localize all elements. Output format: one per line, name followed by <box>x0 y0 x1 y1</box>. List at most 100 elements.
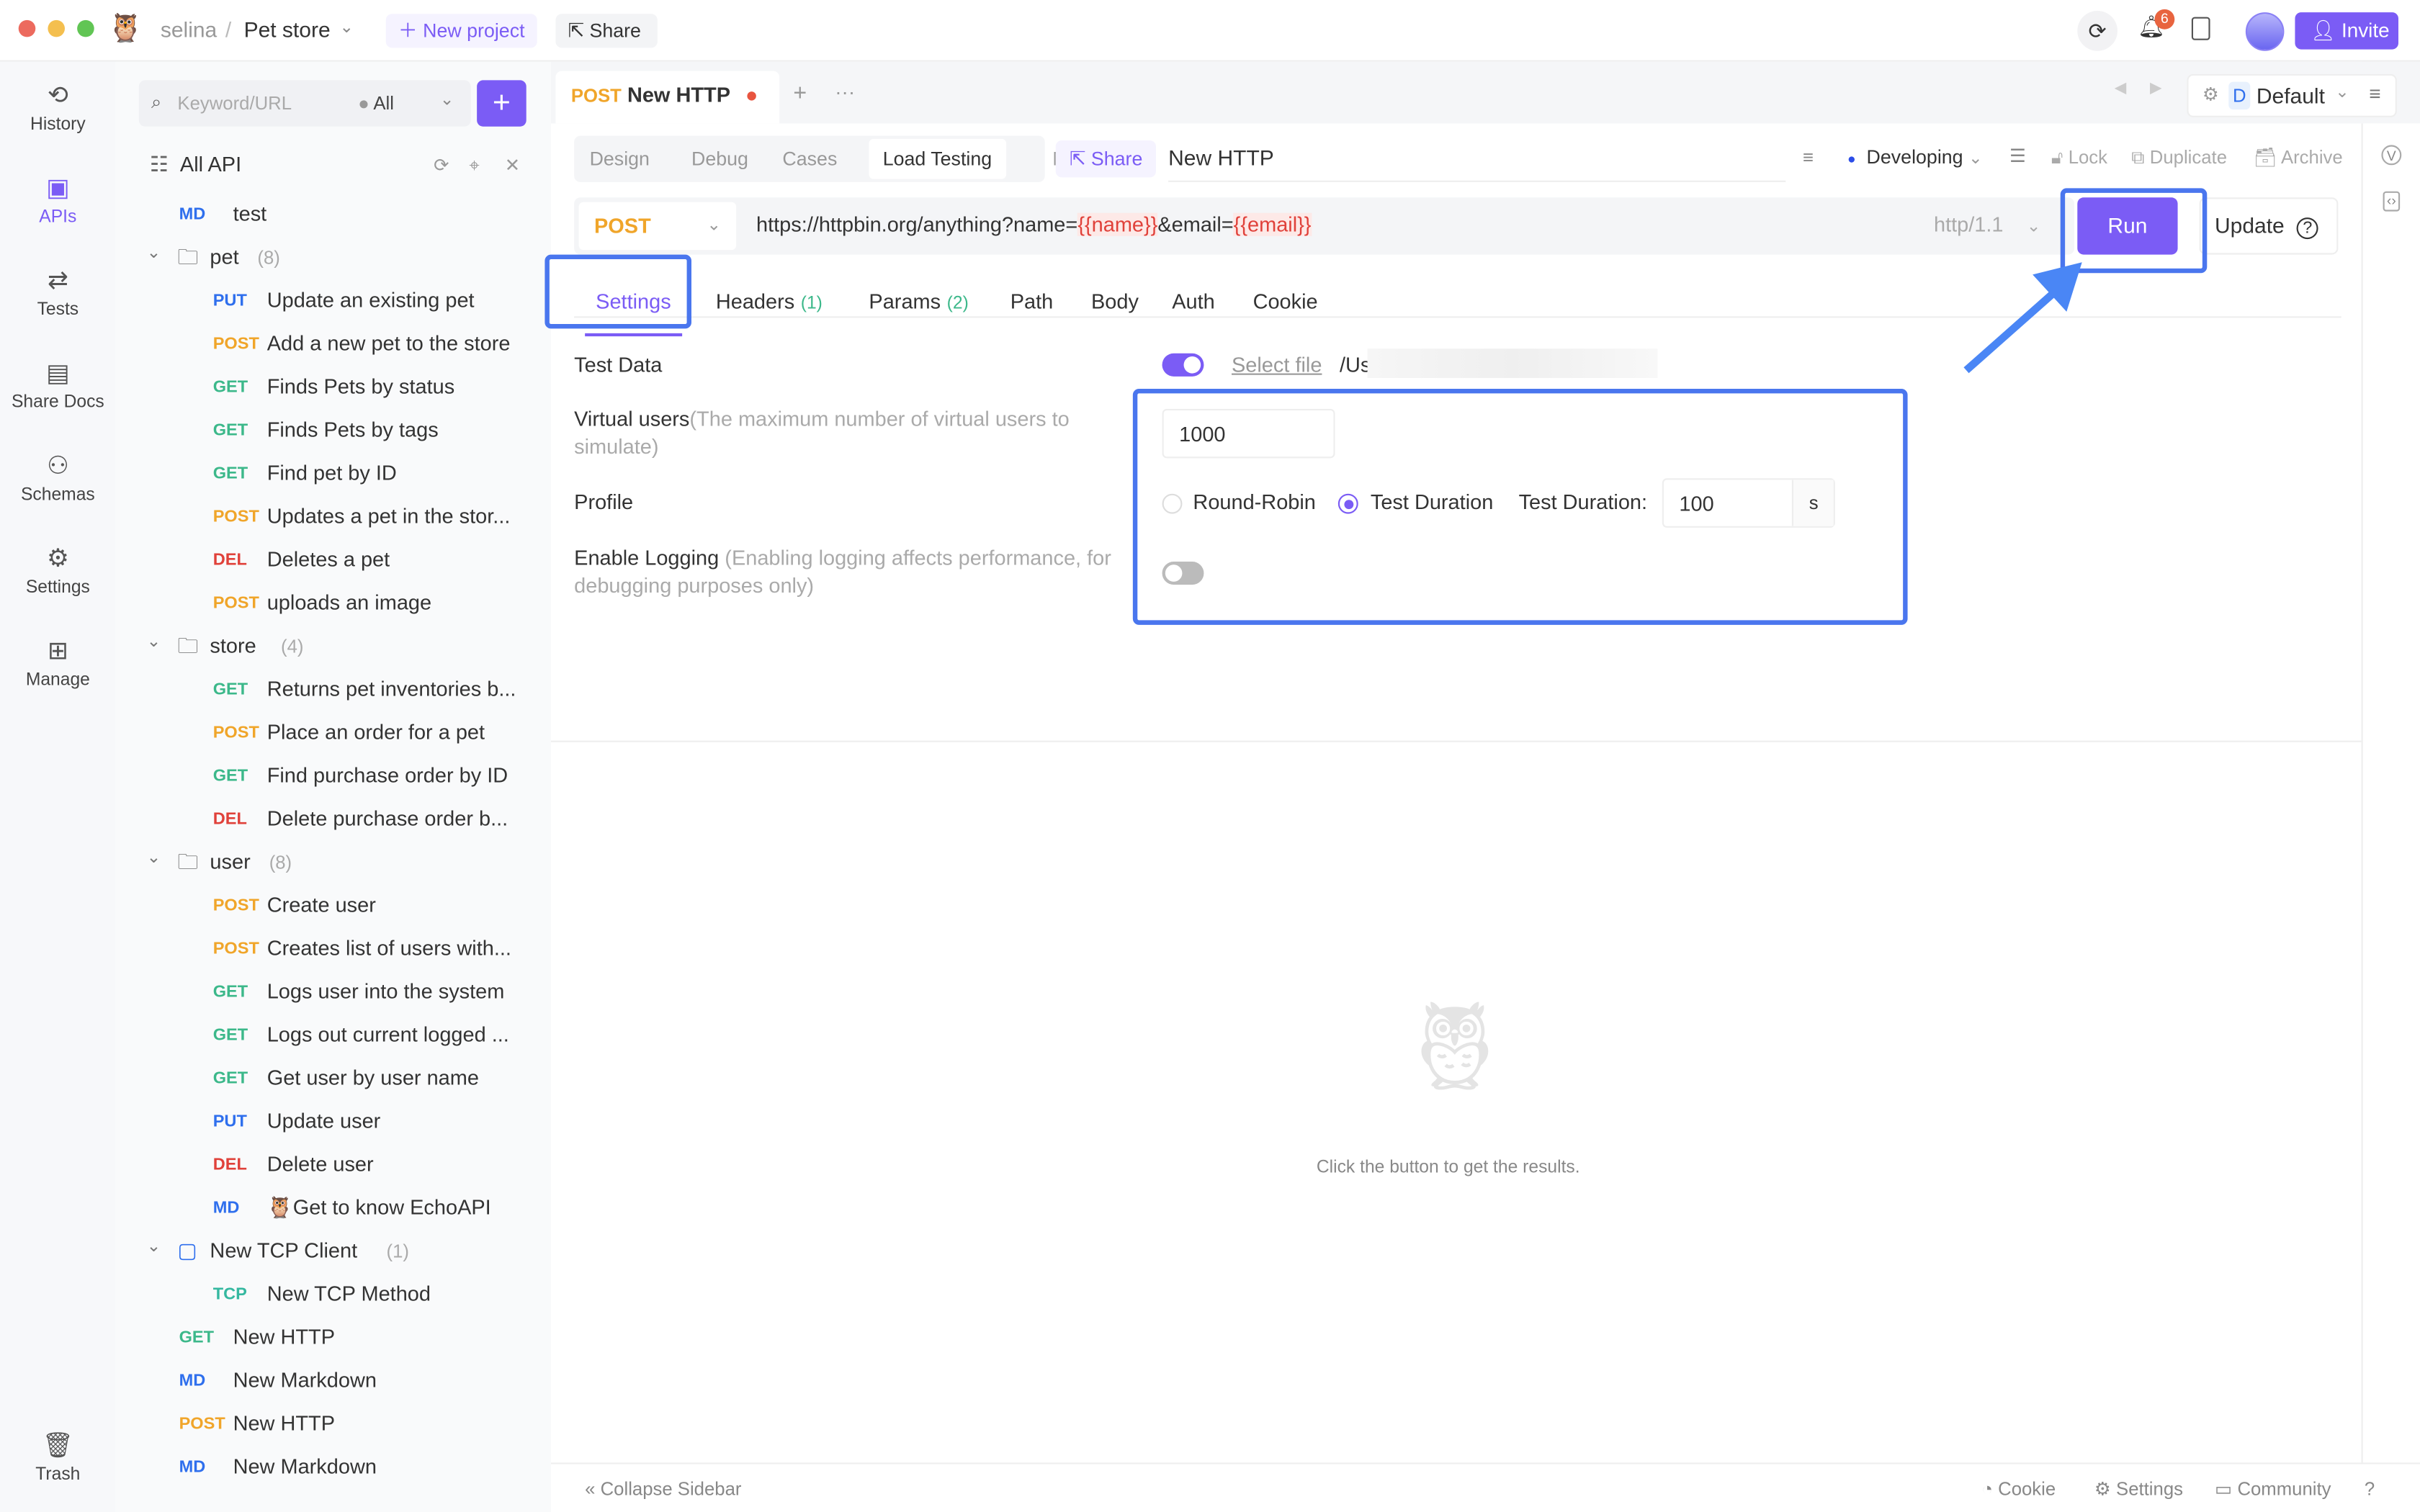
update-button[interactable]: Update ? <box>2199 197 2339 255</box>
api-list-item[interactable]: PUT Update an existing pet <box>116 279 551 323</box>
folder-row[interactable]: ⌄ ▢ New TCP Client (1) <box>116 1230 551 1273</box>
api-list-item[interactable]: TCP New TCP Method <box>116 1273 551 1316</box>
settings-button[interactable]: ⚙ Settings <box>2094 1478 2183 1500</box>
api-list-item[interactable]: GET New HTTP <box>116 1316 551 1359</box>
environment-select[interactable]: ⚙ D Default ⌄ ≡ <box>2187 73 2397 117</box>
archive-button[interactable]: 🗃︎ Archive <box>2254 147 2343 168</box>
chevron-down-icon[interactable]: ⌄ <box>339 17 354 37</box>
api-list-item[interactable]: MD test <box>116 193 551 236</box>
select-file-link[interactable]: Select file <box>1232 352 1322 380</box>
chevron-down-icon[interactable]: ⌄ <box>147 620 161 663</box>
api-list-item[interactable]: PUT Update user <box>116 1100 551 1143</box>
api-list-item[interactable]: GET Logs out current logged ... <box>116 1014 551 1057</box>
settings-tab-headers[interactable]: Headers (1) <box>716 290 823 318</box>
api-list-item[interactable]: POST Creates list of users with... <box>116 927 551 971</box>
version-icon[interactable]: V <box>2381 145 2402 166</box>
filter-select[interactable]: ● All <box>358 93 394 114</box>
all-api-header[interactable]: ☷ All API <box>150 153 241 177</box>
subtab-debug[interactable]: Debug <box>691 138 748 181</box>
edit-description-icon[interactable]: ≡ <box>1803 147 1814 168</box>
test-data-toggle[interactable] <box>1162 353 1204 377</box>
prev-tab-icon[interactable]: ◀ <box>2115 80 2127 97</box>
rail-item-history[interactable]: ⟲ History <box>0 80 116 135</box>
settings-tab-path[interactable]: Path <box>1010 290 1054 318</box>
rail-item-settings[interactable]: ⚙ Settings <box>0 543 116 598</box>
api-list-item[interactable]: MD New Markdown <box>116 1446 551 1489</box>
subtab-load-testing[interactable]: Load Testing <box>869 138 1006 179</box>
code-icon[interactable]: ‹› <box>2383 191 2401 212</box>
rail-item-share-docs[interactable]: ▤ Share Docs <box>0 358 116 412</box>
invite-button[interactable]: 👤︎ Invite <box>2295 12 2398 50</box>
api-list-item[interactable]: POST Updates a pet in the stor... <box>116 495 551 539</box>
add-api-button[interactable]: + <box>477 80 526 127</box>
api-list-item[interactable]: POST Add a new pet to the store <box>116 323 551 366</box>
status-select[interactable]: ● Developing ⌄ <box>1847 147 1983 168</box>
settings-tab-params[interactable]: Params (2) <box>869 290 968 318</box>
sync-icon[interactable]: ⟳ <box>2077 11 2118 51</box>
rail-item-schemas[interactable]: ⚇ Schemas <box>0 451 116 505</box>
settings-tab-auth[interactable]: Auth <box>1172 290 1215 318</box>
folder-row[interactable]: ⌄ 🗀︎ store (4) <box>116 625 551 668</box>
maximize-window-button[interactable] <box>77 19 94 37</box>
new-tab-icon[interactable]: + <box>793 80 807 106</box>
project-selector[interactable]: Pet store <box>244 17 331 42</box>
help-icon[interactable]: ? <box>2365 1478 2375 1500</box>
api-list-item[interactable]: MD 🦉Get to know EchoAPI <box>116 1187 551 1230</box>
avatar[interactable] <box>2245 12 2285 51</box>
search-input[interactable]: ⌕ Keyword/URL ● All ⌄ <box>138 80 471 127</box>
api-list-item[interactable]: POST Place an order for a pet <box>116 711 551 755</box>
new-project-button[interactable]: ＋ New project <box>385 14 537 48</box>
minimize-window-button[interactable] <box>48 19 65 37</box>
subtab-design[interactable]: Design <box>590 138 650 181</box>
chevron-down-icon[interactable]: ⌄ <box>440 89 454 109</box>
locate-icon[interactable]: ⌖ <box>469 154 479 177</box>
api-list-item[interactable]: GET Finds Pets by status <box>116 366 551 409</box>
settings-tab-body[interactable]: Body <box>1091 290 1139 318</box>
help-icon[interactable]: ? <box>2296 217 2318 240</box>
duplicate-button[interactable]: ⧉ Duplicate <box>2131 147 2227 170</box>
subtab-cases[interactable]: Cases <box>782 138 837 181</box>
api-list-item[interactable]: POST New HTTP <box>116 1403 551 1446</box>
api-list-item[interactable]: GET Find purchase order by ID <box>116 755 551 798</box>
chevron-down-icon[interactable]: ⌄ <box>147 231 161 274</box>
api-list-item[interactable]: GET Returns pet inventories b... <box>116 668 551 711</box>
api-list-item[interactable]: POST uploads an image <box>116 582 551 625</box>
chevron-down-icon[interactable]: ⌄ <box>147 836 161 879</box>
folder-row[interactable]: ⌄ 🗀︎ user (8) <box>116 841 551 884</box>
rail-item-tests[interactable]: ⇄ Tests <box>0 266 116 320</box>
menu-icon[interactable]: ≡ <box>2369 82 2380 105</box>
tab-new-http[interactable]: POST New HTTP ● <box>555 71 780 124</box>
method-select[interactable]: POST ⌄ <box>578 202 737 251</box>
rail-item-trash[interactable]: 🗑︎ Trash <box>0 1430 116 1485</box>
api-list-item[interactable]: DEL Deletes a pet <box>116 539 551 582</box>
share-api-button[interactable]: ⇱ Share <box>1055 140 1156 178</box>
cookie-button[interactable]: ◔ Cookie <box>1981 1478 2056 1500</box>
close-window-button[interactable] <box>18 19 36 37</box>
share-project-button[interactable]: ⇱ Share <box>555 14 658 48</box>
folder-row[interactable]: ⌄ 🗀︎ pet (8) <box>116 236 551 279</box>
refresh-icon[interactable]: ⟳ <box>434 154 449 176</box>
api-list-item[interactable]: DEL Delete user <box>116 1143 551 1187</box>
community-button[interactable]: ▭ Community <box>2215 1478 2331 1500</box>
next-tab-icon[interactable]: ▶ <box>2150 80 2162 97</box>
api-name-input[interactable]: New HTTP <box>1168 136 1786 182</box>
lock-button[interactable]: 🔓︎ Lock <box>2051 147 2107 170</box>
url-input[interactable]: https://httpbin.org/anything?name={{name… <box>756 212 1312 236</box>
api-list-item[interactable]: GET Logs user into the system <box>116 971 551 1014</box>
collapse-sidebar-button[interactable]: « Collapse Sidebar <box>585 1478 741 1500</box>
api-list-item[interactable]: GET Get user by user name <box>116 1057 551 1100</box>
protocol-select[interactable]: http/1.1 ⌄ <box>1934 213 2040 236</box>
rail-item-apis[interactable]: ▣ APIs <box>0 173 116 227</box>
sort-icon[interactable]: ☰ <box>2009 145 2026 166</box>
api-list-item[interactable]: GET Find pet by ID <box>116 452 551 495</box>
docs-icon[interactable] <box>2191 17 2210 40</box>
api-list-item[interactable]: POST Create user <box>116 884 551 927</box>
api-list-item[interactable]: GET Finds Pets by tags <box>116 409 551 452</box>
chevron-down-icon[interactable]: ⌄ <box>147 1225 161 1268</box>
more-icon[interactable]: ··· <box>835 80 855 103</box>
collapse-all-icon[interactable]: ✕ <box>505 154 521 176</box>
api-list-item[interactable]: MD New Markdown <box>116 1359 551 1403</box>
settings-tab-cookie[interactable]: Cookie <box>1253 290 1318 318</box>
api-list-item[interactable]: DEL Delete purchase order b... <box>116 798 551 841</box>
rail-item-manage[interactable]: ⊞ Manage <box>0 636 116 690</box>
